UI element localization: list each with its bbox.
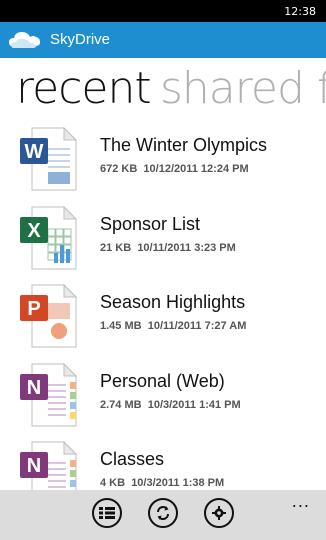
pivot-tab-shared[interactable]: shared f bbox=[160, 64, 326, 114]
file-name: Personal (Web) bbox=[100, 371, 225, 391]
word-doc-icon: W bbox=[20, 126, 78, 191]
file-item[interactable]: N Personal (Web) 2.74 MB 10/3/2011 1:41 … bbox=[0, 362, 326, 440]
pivot-tab-recent[interactable]: recent bbox=[16, 64, 152, 114]
skydrive-cloud-icon bbox=[9, 32, 40, 48]
svg-text:W: W bbox=[25, 141, 44, 163]
status-bar: 12:38 bbox=[0, 0, 326, 22]
list-icon bbox=[99, 507, 115, 519]
excel-doc-icon: X bbox=[20, 205, 78, 270]
onenote-doc-icon: N bbox=[20, 362, 78, 427]
file-meta: 4 KB 10/3/2011 1:38 PM bbox=[100, 477, 225, 489]
svg-text:N: N bbox=[27, 455, 41, 477]
file-item[interactable]: X Sponsor List 21 KB 10/11/2011 3:23 PM bbox=[0, 205, 326, 283]
svg-text:X: X bbox=[27, 220, 41, 242]
file-meta: 672 KB 10/12/2011 12:24 PM bbox=[100, 163, 249, 175]
file-name: The Winter Olympics bbox=[100, 135, 268, 155]
sync-icon bbox=[157, 506, 169, 520]
file-meta: 21 KB 10/11/2011 3:23 PM bbox=[100, 242, 236, 254]
file-name: Season Highlights bbox=[100, 292, 246, 312]
file-meta: 1.45 MB 10/11/2011 7:27 AM bbox=[100, 320, 247, 332]
file-name: Classes bbox=[100, 449, 165, 469]
app-header: SkyDrive bbox=[0, 22, 326, 58]
sync-button[interactable] bbox=[148, 498, 178, 528]
file-name: Sponsor List bbox=[100, 214, 201, 234]
view-list-button[interactable] bbox=[92, 498, 122, 528]
clock: 12:38 bbox=[284, 5, 316, 18]
powerpoint-doc-icon: P bbox=[20, 283, 78, 348]
svg-text:N: N bbox=[27, 377, 41, 399]
app-title: SkyDrive bbox=[50, 31, 111, 48]
more-button[interactable]: ... bbox=[292, 492, 310, 511]
settings-button[interactable] bbox=[204, 498, 234, 528]
file-meta: 2.74 MB 10/3/2011 1:41 PM bbox=[100, 399, 241, 411]
settings-icon bbox=[212, 506, 226, 520]
file-item[interactable]: W The Winter Olympics 672 KB 10/12/2011 … bbox=[0, 126, 326, 204]
application-bar: ... bbox=[0, 490, 326, 540]
svg-text:P: P bbox=[27, 298, 40, 320]
file-item[interactable]: P Season Highlights 1.45 MB 10/11/2011 7… bbox=[0, 283, 326, 361]
pivot-header: recent shared f bbox=[0, 58, 326, 120]
